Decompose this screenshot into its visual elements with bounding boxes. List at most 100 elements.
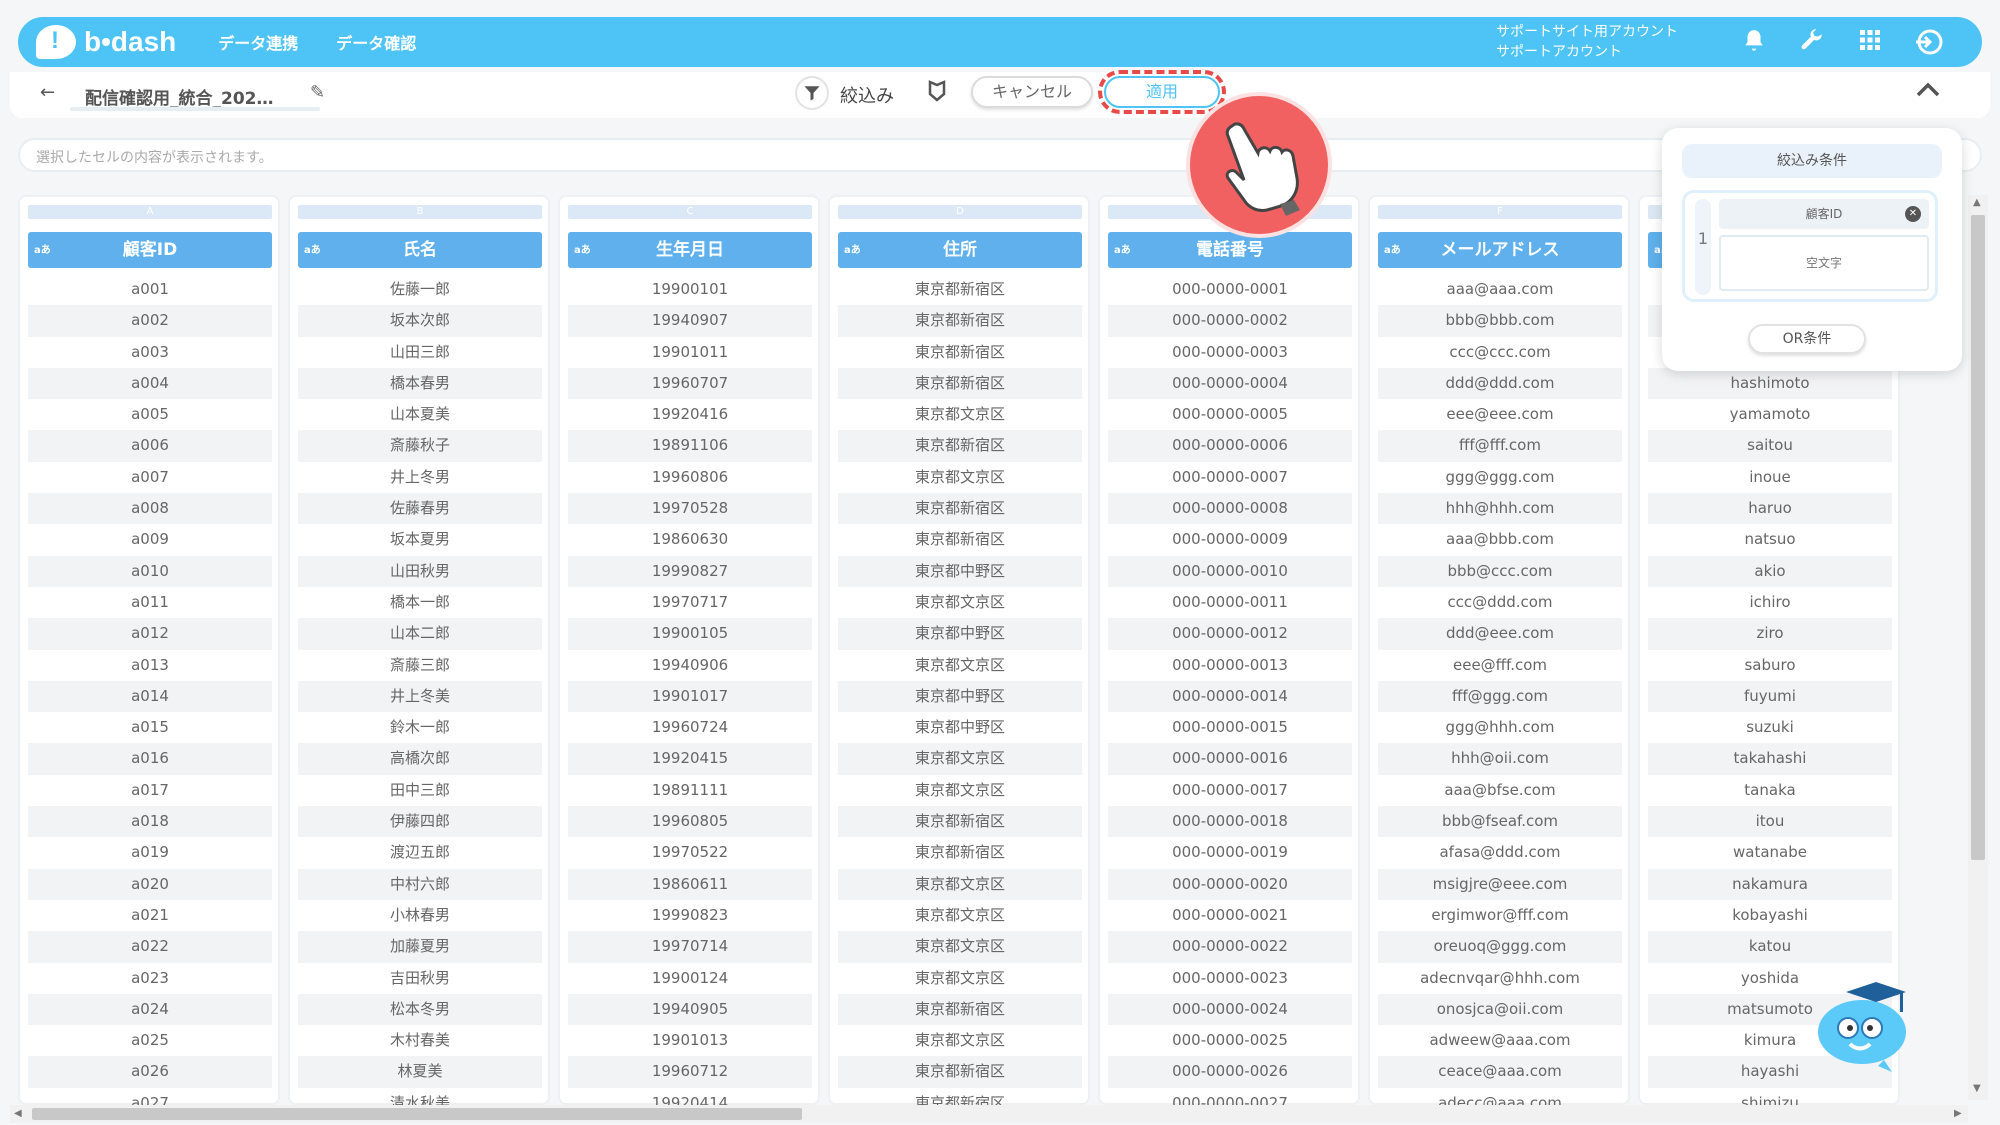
column-letter[interactable]: F <box>1378 205 1622 219</box>
table-cell[interactable]: 木村春美 <box>298 1025 542 1056</box>
table-cell[interactable]: fff@ggg.com <box>1378 680 1622 713</box>
table-cell[interactable]: hhh@hhh.com <box>1378 493 1622 525</box>
table-cell[interactable]: 坂本次郎 <box>298 305 542 337</box>
table-cell[interactable]: a016 <box>28 743 272 775</box>
table-cell[interactable]: ichiro <box>1648 587 1892 618</box>
table-cell[interactable]: 中村六郎 <box>298 868 542 900</box>
table-cell[interactable]: a003 <box>28 337 272 368</box>
table-cell[interactable]: 19970717 <box>568 587 812 618</box>
table-cell[interactable]: fff@fff.com <box>1378 430 1622 462</box>
table-cell[interactable]: 000-0000-0006 <box>1108 430 1352 462</box>
table-cell[interactable]: 19960805 <box>568 806 812 838</box>
wrench-icon[interactable] <box>1798 28 1826 56</box>
table-cell[interactable]: 東京都文京区 <box>838 963 1082 994</box>
scroll-up-icon[interactable]: ▲ <box>1973 197 1981 208</box>
table-cell[interactable]: adecnvqar@hhh.com <box>1378 963 1622 994</box>
table-cell[interactable]: msigjre@eee.com <box>1378 868 1622 900</box>
table-cell[interactable]: 19960724 <box>568 712 812 743</box>
table-cell[interactable]: 000-0000-0018 <box>1108 806 1352 838</box>
table-cell[interactable]: 000-0000-0002 <box>1108 305 1352 337</box>
table-cell[interactable]: tanaka <box>1648 775 1892 806</box>
table-cell[interactable]: 000-0000-0004 <box>1108 367 1352 400</box>
table-cell[interactable]: 19901017 <box>568 680 812 713</box>
table-cell[interactable]: 松本冬男 <box>298 993 542 1026</box>
table-cell[interactable]: 東京都新宿区 <box>838 1088 1082 1105</box>
table-cell[interactable]: 東京都新宿区 <box>838 837 1082 868</box>
table-cell[interactable]: 19940906 <box>568 650 812 681</box>
table-cell[interactable]: a022 <box>28 931 272 963</box>
nav-data-check[interactable]: データ確認 <box>336 30 416 54</box>
table-cell[interactable]: afasa@ddd.com <box>1378 837 1622 868</box>
table-cell[interactable]: 小林春男 <box>298 900 542 931</box>
table-cell[interactable]: a007 <box>28 462 272 493</box>
table-cell[interactable]: 東京都新宿区 <box>838 524 1082 555</box>
table-cell[interactable]: 19990827 <box>568 555 812 587</box>
table-cell[interactable]: ddd@eee.com <box>1378 618 1622 650</box>
table-cell[interactable]: 橋本一郎 <box>298 587 542 618</box>
table-cell[interactable]: a018 <box>28 806 272 838</box>
table-cell[interactable]: 井上冬美 <box>298 680 542 713</box>
table-cell[interactable]: a023 <box>28 963 272 994</box>
table-cell[interactable]: 000-0000-0015 <box>1108 712 1352 743</box>
vertical-scroll-thumb[interactable] <box>1971 215 1985 860</box>
table-cell[interactable]: 19860630 <box>568 524 812 555</box>
condition-value[interactable]: 空文字 <box>1719 235 1929 291</box>
table-cell[interactable]: ggg@ggg.com <box>1378 462 1622 493</box>
table-cell[interactable]: a008 <box>28 493 272 525</box>
support-mascot-icon[interactable] <box>1814 980 1914 1072</box>
table-cell[interactable]: bbb@ccc.com <box>1378 555 1622 587</box>
apply-button[interactable]: 適用 <box>1104 76 1220 108</box>
table-cell[interactable]: akio <box>1648 555 1892 587</box>
table-cell[interactable]: saburo <box>1648 650 1892 681</box>
table-cell[interactable]: natsuo <box>1648 524 1892 555</box>
table-cell[interactable]: 000-0000-0020 <box>1108 868 1352 900</box>
scroll-left-icon[interactable]: ◀ <box>14 1108 22 1119</box>
table-cell[interactable]: a012 <box>28 618 272 650</box>
table-cell[interactable]: 19970528 <box>568 493 812 525</box>
table-cell[interactable]: a013 <box>28 650 272 681</box>
table-cell[interactable]: 000-0000-0005 <box>1108 399 1352 430</box>
table-cell[interactable]: 19940907 <box>568 305 812 337</box>
table-cell[interactable]: 東京都新宿区 <box>838 493 1082 525</box>
table-cell[interactable]: 田中三郎 <box>298 775 542 806</box>
table-cell[interactable]: saitou <box>1648 430 1892 462</box>
table-cell[interactable]: 19860611 <box>568 868 812 900</box>
filter-icon[interactable] <box>795 76 829 110</box>
table-cell[interactable]: 000-0000-0014 <box>1108 680 1352 713</box>
table-cell[interactable]: a015 <box>28 712 272 743</box>
table-cell[interactable]: eee@fff.com <box>1378 650 1622 681</box>
table-cell[interactable]: a001 <box>28 274 272 305</box>
table-cell[interactable]: 000-0000-0009 <box>1108 524 1352 555</box>
table-cell[interactable]: a014 <box>28 680 272 713</box>
table-cell[interactable]: inoue <box>1648 462 1892 493</box>
table-cell[interactable]: 吉田秋男 <box>298 963 542 994</box>
filter-label[interactable]: 絞込み <box>840 82 894 108</box>
table-cell[interactable]: 山本二郎 <box>298 618 542 650</box>
table-cell[interactable]: a005 <box>28 399 272 430</box>
column-header[interactable]: aあ 氏名 <box>298 232 542 268</box>
table-cell[interactable]: 000-0000-0007 <box>1108 462 1352 493</box>
column-letter[interactable]: B <box>298 205 542 219</box>
table-cell[interactable]: adecc@aaa.com <box>1378 1088 1622 1105</box>
table-cell[interactable]: ziro <box>1648 618 1892 650</box>
table-cell[interactable]: a011 <box>28 587 272 618</box>
table-cell[interactable]: 19990823 <box>568 900 812 931</box>
table-cell[interactable]: 000-0000-0026 <box>1108 1056 1352 1088</box>
table-cell[interactable]: 19960712 <box>568 1056 812 1088</box>
table-cell[interactable]: 19900101 <box>568 274 812 305</box>
table-cell[interactable]: 000-0000-0023 <box>1108 963 1352 994</box>
grid-icon[interactable] <box>1856 28 1884 56</box>
table-cell[interactable]: hhh@oii.com <box>1378 743 1622 775</box>
table-cell[interactable]: 19940905 <box>568 993 812 1026</box>
bell-icon[interactable] <box>1740 28 1768 56</box>
table-cell[interactable]: 19960707 <box>568 367 812 400</box>
table-cell[interactable]: 000-0000-0008 <box>1108 493 1352 525</box>
table-cell[interactable]: yamamoto <box>1648 399 1892 430</box>
table-cell[interactable]: nakamura <box>1648 868 1892 900</box>
table-cell[interactable]: a024 <box>28 993 272 1026</box>
table-cell[interactable]: 佐藤春男 <box>298 493 542 525</box>
table-cell[interactable]: 東京都中野区 <box>838 680 1082 713</box>
table-cell[interactable]: 東京都新宿区 <box>838 274 1082 305</box>
table-cell[interactable]: 山田秋男 <box>298 555 542 587</box>
table-cell[interactable]: 東京都文京区 <box>838 1025 1082 1056</box>
